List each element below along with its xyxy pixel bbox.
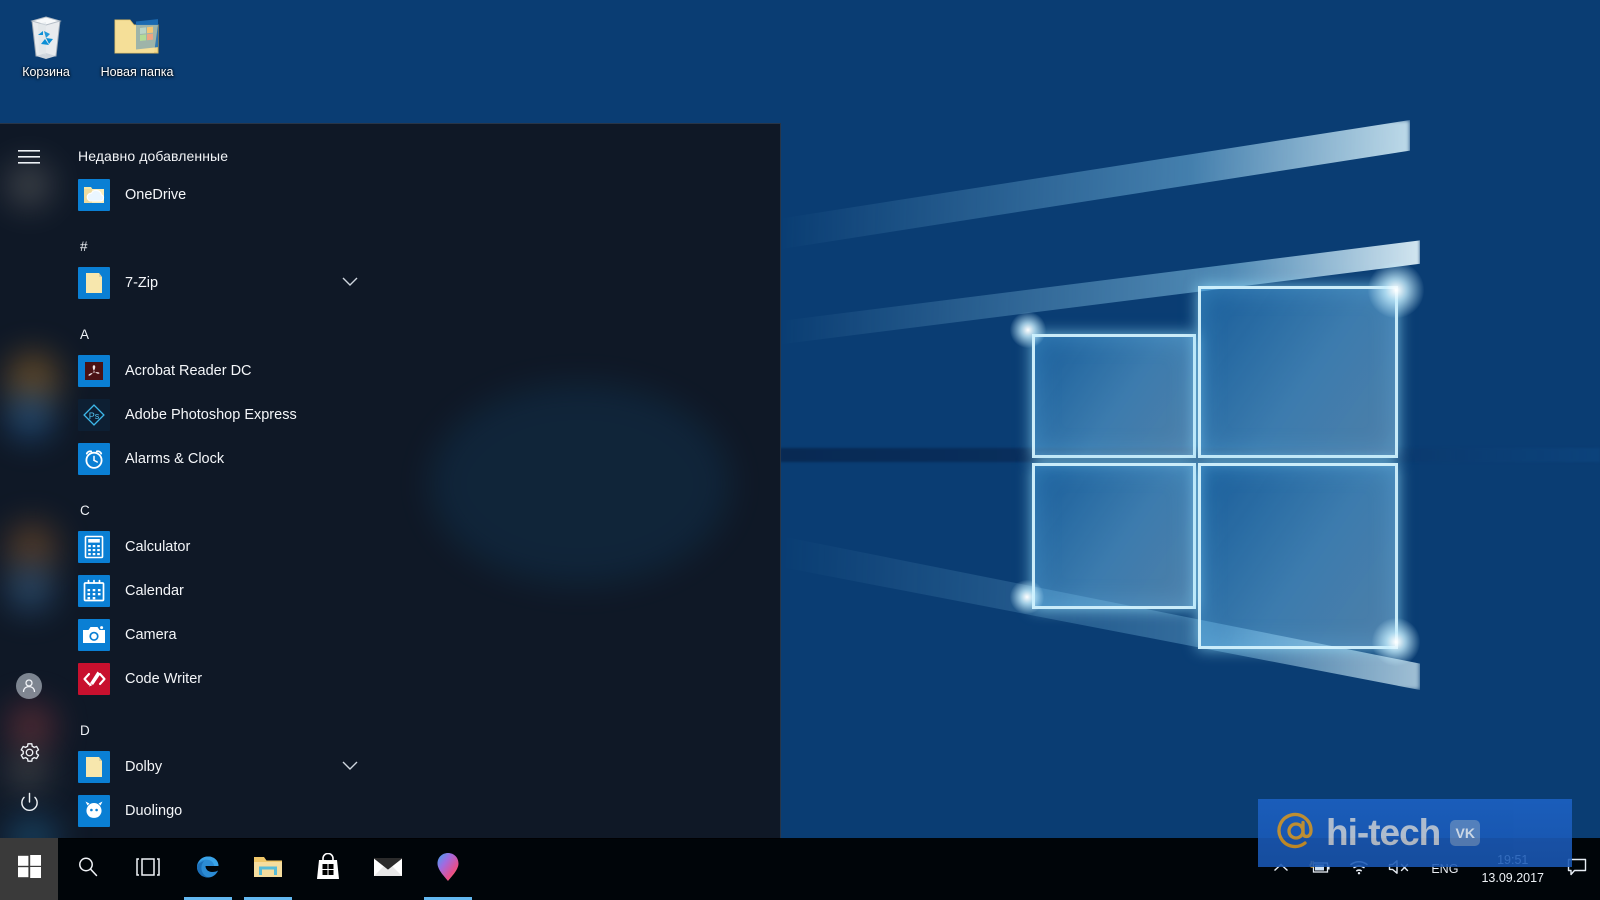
task-view-icon xyxy=(134,856,162,883)
taskbar: ENG 19:51 13.09.2017 xyxy=(0,838,1600,900)
hamburger-icon xyxy=(18,149,40,170)
chevron-down-icon[interactable] xyxy=(342,274,358,292)
app-list-item-onedrive[interactable]: OneDrive xyxy=(58,173,780,217)
desktop-icon-recycle-bin[interactable]: Корзина xyxy=(0,10,92,79)
tray-show-hidden-icons-button[interactable] xyxy=(1264,838,1298,900)
chevron-up-icon xyxy=(1273,860,1289,878)
tray-network-button[interactable] xyxy=(1340,838,1378,900)
folder-tile-icon xyxy=(78,267,110,299)
onedrive-icon xyxy=(78,179,110,211)
group-header-hash[interactable]: # xyxy=(58,227,780,261)
wifi-icon xyxy=(1349,859,1369,880)
microsoft-store-icon xyxy=(315,852,341,886)
app-list-item-calculator[interactable]: Calculator xyxy=(58,525,780,569)
user-account-icon xyxy=(22,679,36,693)
recycle-bin-icon xyxy=(0,10,92,62)
photoshop-express-icon: Ps xyxy=(78,399,110,431)
app-list-item-code-writer[interactable]: Code Writer xyxy=(58,657,780,701)
taskbar-search-button[interactable] xyxy=(58,838,118,900)
windows-logo-pane-top-right xyxy=(1198,286,1398,458)
windows-logo-icon xyxy=(17,855,41,883)
calendar-icon xyxy=(78,575,110,607)
start-menu-left-rail xyxy=(0,124,58,839)
app-list-item-label: Camera xyxy=(125,627,177,643)
app-list-item-acrobat-reader-dc[interactable]: Acrobat Reader DC xyxy=(58,349,780,393)
duolingo-icon xyxy=(78,795,110,827)
windows-logo-pane-top-left xyxy=(1032,334,1196,458)
chevron-down-icon[interactable] xyxy=(342,758,358,776)
avatar xyxy=(16,673,42,699)
code-writer-icon xyxy=(78,663,110,695)
power-icon xyxy=(19,792,40,818)
folder-tile-icon xyxy=(78,751,110,783)
power-button[interactable] xyxy=(9,785,49,825)
acrobat-icon xyxy=(78,355,110,387)
app-list-item-alarms-clock[interactable]: Alarms & Clock xyxy=(58,437,780,481)
app-list-item-label: Adobe Photoshop Express xyxy=(125,407,297,423)
desktop-icon-new-folder[interactable]: Новая папка xyxy=(91,10,183,79)
app-list-item-label: Code Writer xyxy=(125,671,203,687)
windows-logo-pane-bottom-right xyxy=(1198,463,1398,649)
taskbar-mail-button[interactable] xyxy=(358,838,418,900)
app-list-item-label: Calendar xyxy=(125,583,184,599)
action-center-button[interactable] xyxy=(1556,838,1598,900)
settings-button[interactable] xyxy=(9,735,49,775)
app-list-item-duolingo[interactable]: Duolingo xyxy=(58,789,780,833)
app-list-item-label: Acrobat Reader DC xyxy=(125,363,252,379)
start-menu-app-list[interactable]: Недавно добавленные OneDrive # 7-Zip A A… xyxy=(58,124,780,839)
system-tray: ENG 19:51 13.09.2017 xyxy=(1264,838,1600,900)
mail-icon xyxy=(372,855,404,884)
app-list-item-label: Alarms & Clock xyxy=(125,451,225,467)
desktop-icon-label: Новая папка xyxy=(100,65,174,79)
app-list-item-dolby[interactable]: Dolby xyxy=(58,745,780,789)
light-beam xyxy=(780,120,1410,250)
app-list-item-adobe-photoshop-express[interactable]: Ps Adobe Photoshop Express xyxy=(58,393,780,437)
taskbar-task-view-button[interactable] xyxy=(118,838,178,900)
taskbar-empty-area[interactable] xyxy=(478,838,1264,900)
start-button[interactable] xyxy=(0,838,58,900)
tray-volume-button[interactable] xyxy=(1378,838,1420,900)
clock-time: 19:51 xyxy=(1497,852,1529,867)
taskbar-microsoft-store-button[interactable] xyxy=(298,838,358,900)
app-list-item-label: 7-Zip xyxy=(125,275,159,291)
calculator-icon xyxy=(78,531,110,563)
taskbar-edge-button[interactable] xyxy=(178,838,238,900)
action-center-icon xyxy=(1566,857,1588,882)
app-list-item-label: Calculator xyxy=(125,539,191,555)
app-list-item-calendar[interactable]: Calendar xyxy=(58,569,780,613)
edge-icon xyxy=(193,852,223,887)
group-header-d[interactable]: D xyxy=(58,711,780,745)
gear-icon xyxy=(18,741,41,769)
app-list-item-camera[interactable]: Camera xyxy=(58,613,780,657)
taskbar-clock[interactable]: 19:51 13.09.2017 xyxy=(1469,838,1556,900)
windows-logo-pane-bottom-left xyxy=(1032,463,1196,609)
search-icon xyxy=(76,855,100,884)
file-explorer-icon xyxy=(252,854,284,885)
app-list-item-7zip[interactable]: 7-Zip xyxy=(58,261,780,305)
taskbar-file-explorer-button[interactable] xyxy=(238,838,298,900)
group-header-c[interactable]: C xyxy=(58,491,780,525)
desktop-screen: Корзина Новая папка Недавно добавленные … xyxy=(0,0,1600,900)
taskbar-paint3d-button[interactable] xyxy=(418,838,478,900)
tray-battery-button[interactable] xyxy=(1298,838,1340,900)
hamburger-menu-button[interactable] xyxy=(9,139,49,179)
camera-icon xyxy=(78,619,110,651)
app-list-item-label: OneDrive xyxy=(125,187,187,203)
speaker-muted-icon xyxy=(1387,858,1411,881)
start-menu-panel: Недавно добавленные OneDrive # 7-Zip A A… xyxy=(0,123,781,839)
tray-language-button[interactable]: ENG xyxy=(1420,838,1469,900)
app-list-item-label: Duolingo xyxy=(125,803,183,819)
user-account-button[interactable] xyxy=(9,666,49,706)
battery-charging-icon xyxy=(1307,859,1331,880)
group-header-a[interactable]: A xyxy=(58,315,780,349)
alarm-clock-icon xyxy=(78,443,110,475)
svg-text:Ps: Ps xyxy=(89,411,100,421)
recently-added-header: Недавно добавленные xyxy=(78,148,229,164)
app-list-item-label: Dolby xyxy=(125,759,163,775)
folder-icon xyxy=(91,10,183,62)
clock-date: 13.09.2017 xyxy=(1481,871,1544,885)
paint3d-icon xyxy=(435,852,461,887)
desktop-icon-label: Корзина xyxy=(22,65,70,79)
